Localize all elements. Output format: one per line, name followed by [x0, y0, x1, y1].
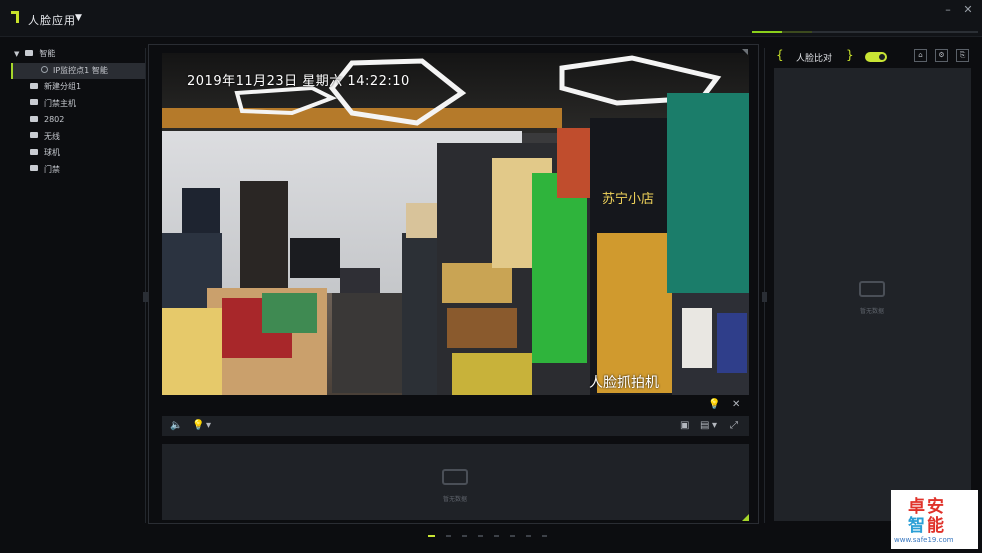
settings-icon[interactable]: ⚙ [935, 49, 948, 62]
close-button[interactable]: ✕ [960, 3, 976, 17]
page-dot[interactable] [494, 535, 499, 537]
tree-item-label: 门禁主机 [44, 98, 76, 108]
resize-corner-icon[interactable] [742, 514, 749, 521]
tree-item-folder[interactable]: 新建分组1 [10, 79, 145, 96]
divider [145, 48, 146, 523]
divider [764, 48, 765, 523]
close-video-icon[interactable]: ✕ [732, 398, 740, 412]
folder-icon [30, 132, 38, 138]
watermark-line2: 智能 [908, 516, 946, 536]
chevron-down-icon[interactable]: ▼ [14, 50, 19, 58]
video-overlay-label: 人脸抓拍机 [589, 375, 659, 391]
light-icon[interactable]: 💡 [708, 398, 720, 412]
empty-label: 暂无数据 [443, 496, 468, 503]
page-dot[interactable] [428, 535, 435, 537]
tree-item-label: 2802 [44, 115, 65, 124]
tree-item-folder[interactable]: 无线 [10, 129, 145, 146]
page-dot[interactable] [478, 535, 483, 537]
tree-item-folder[interactable]: 2802 [10, 112, 145, 129]
folder-icon [30, 82, 38, 89]
chevron-down-icon[interactable]: ▼ [75, 13, 82, 23]
page-dot[interactable] [542, 535, 547, 537]
page-dot[interactable] [526, 535, 531, 537]
accent-bar [752, 31, 978, 33]
layout-icon[interactable]: ▤ [700, 419, 709, 433]
face-compare-panel: 暂无数据 [774, 68, 971, 521]
snapshot-icon[interactable]: ▣ [680, 419, 689, 433]
empty-box-icon [442, 469, 468, 485]
tree-item-folder[interactable]: 门禁主机 [10, 96, 145, 113]
app-title[interactable]: 人脸应用 [28, 12, 76, 28]
export-icon[interactable]: ⎘ [956, 49, 969, 62]
tree-root[interactable]: ▼ 智能 [10, 46, 145, 63]
store-sign-text: 苏宁小店 [602, 191, 654, 207]
divider [0, 36, 982, 37]
folder-icon [25, 49, 34, 56]
chevron-down-icon[interactable]: ▾ [206, 419, 211, 433]
store-camera-image: 苏宁小店 [162, 53, 749, 395]
empty-box-icon [859, 281, 885, 297]
collapse-handle[interactable] [762, 292, 767, 302]
video-controls-bar: 🔈 💡 ▾ ▣ ▤ ▾ ⤢ [162, 416, 749, 436]
folder-icon [30, 99, 38, 105]
fullscreen-icon[interactable]: ⤢ [730, 419, 738, 433]
watermark-url: www.safe19.com [894, 536, 954, 544]
video-timestamp: 2019年11月23日 星期六 14:22:10 [187, 74, 410, 89]
video-view[interactable]: 苏宁小店 [162, 53, 749, 395]
light-icon[interactable]: 💡 [192, 419, 204, 433]
bracket-icon: { [776, 48, 784, 62]
minimize-button[interactable]: – [940, 3, 956, 17]
bracket-icon: } [846, 48, 854, 62]
tree-item-label: 新建分组1 [44, 82, 82, 91]
tree-item-label: 门禁 [44, 164, 60, 174]
capture-panel: 暂无数据 [162, 444, 749, 520]
tree-item-folder[interactable]: 门禁 [10, 162, 145, 179]
home-icon[interactable]: ⌂ [914, 49, 927, 62]
face-compare-title: 人脸比对 [796, 54, 833, 64]
watermark: 卓安 智能 www.safe19.com [891, 490, 978, 549]
tree-item-label: IP监控点1 智能 [53, 65, 108, 75]
face-compare-toggle[interactable] [865, 52, 887, 62]
corner-marker-icon [742, 49, 748, 55]
video-info-strip: 💡 ✕ [162, 395, 749, 415]
camera-icon [41, 65, 48, 73]
folder-icon [30, 165, 38, 171]
volume-icon[interactable]: 🔈 [170, 419, 182, 433]
tree-root-label: 智能 [39, 49, 56, 58]
tree-item-label: 球机 [44, 148, 60, 157]
tree-item-label: 无线 [44, 131, 60, 141]
chevron-down-icon[interactable]: ▾ [712, 419, 717, 433]
page-dot[interactable] [510, 535, 515, 537]
page-dot[interactable] [462, 535, 467, 537]
tree-item-folder[interactable]: 球机 [10, 145, 145, 162]
folder-icon [30, 115, 38, 122]
device-tree: ▼ 智能 IP监控点1 智能 新建分组1 门禁主机 2802 无线 球机 门禁 [10, 46, 145, 178]
empty-label: 暂无数据 [860, 308, 885, 315]
app-logo-icon [11, 11, 19, 23]
tree-item-camera[interactable]: IP监控点1 智能 [11, 62, 145, 79]
page-dot[interactable] [446, 535, 451, 537]
folder-icon [30, 148, 38, 155]
